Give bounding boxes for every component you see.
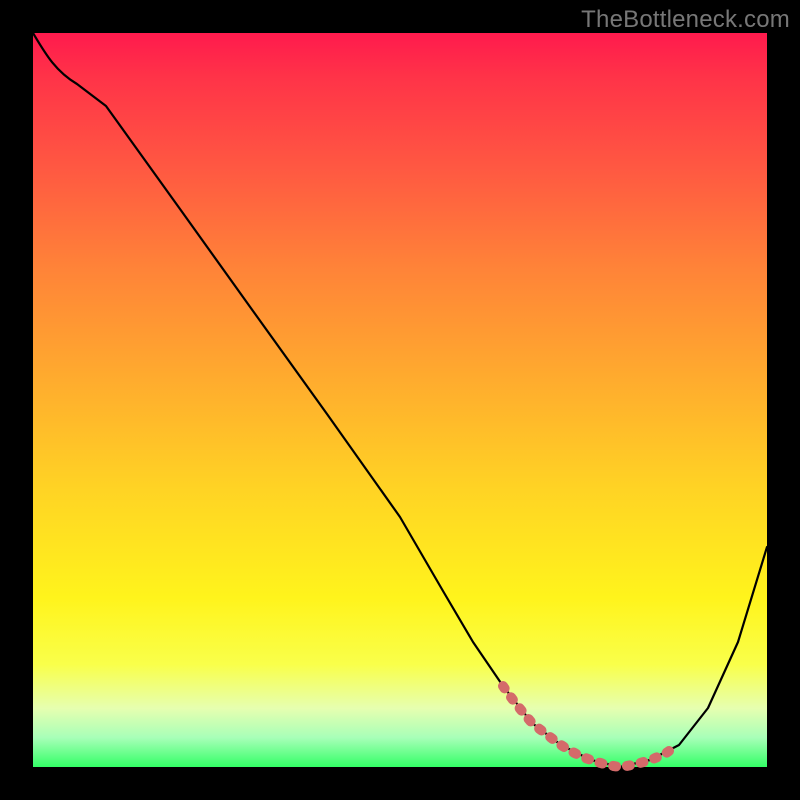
- plot-area: [33, 33, 767, 767]
- curve-svg: [33, 33, 767, 767]
- highlight-segment: [503, 686, 669, 767]
- watermark-text: TheBottleneck.com: [581, 6, 790, 34]
- bottleneck-curve: [33, 33, 767, 767]
- chart-frame: TheBottleneck.com: [0, 0, 800, 800]
